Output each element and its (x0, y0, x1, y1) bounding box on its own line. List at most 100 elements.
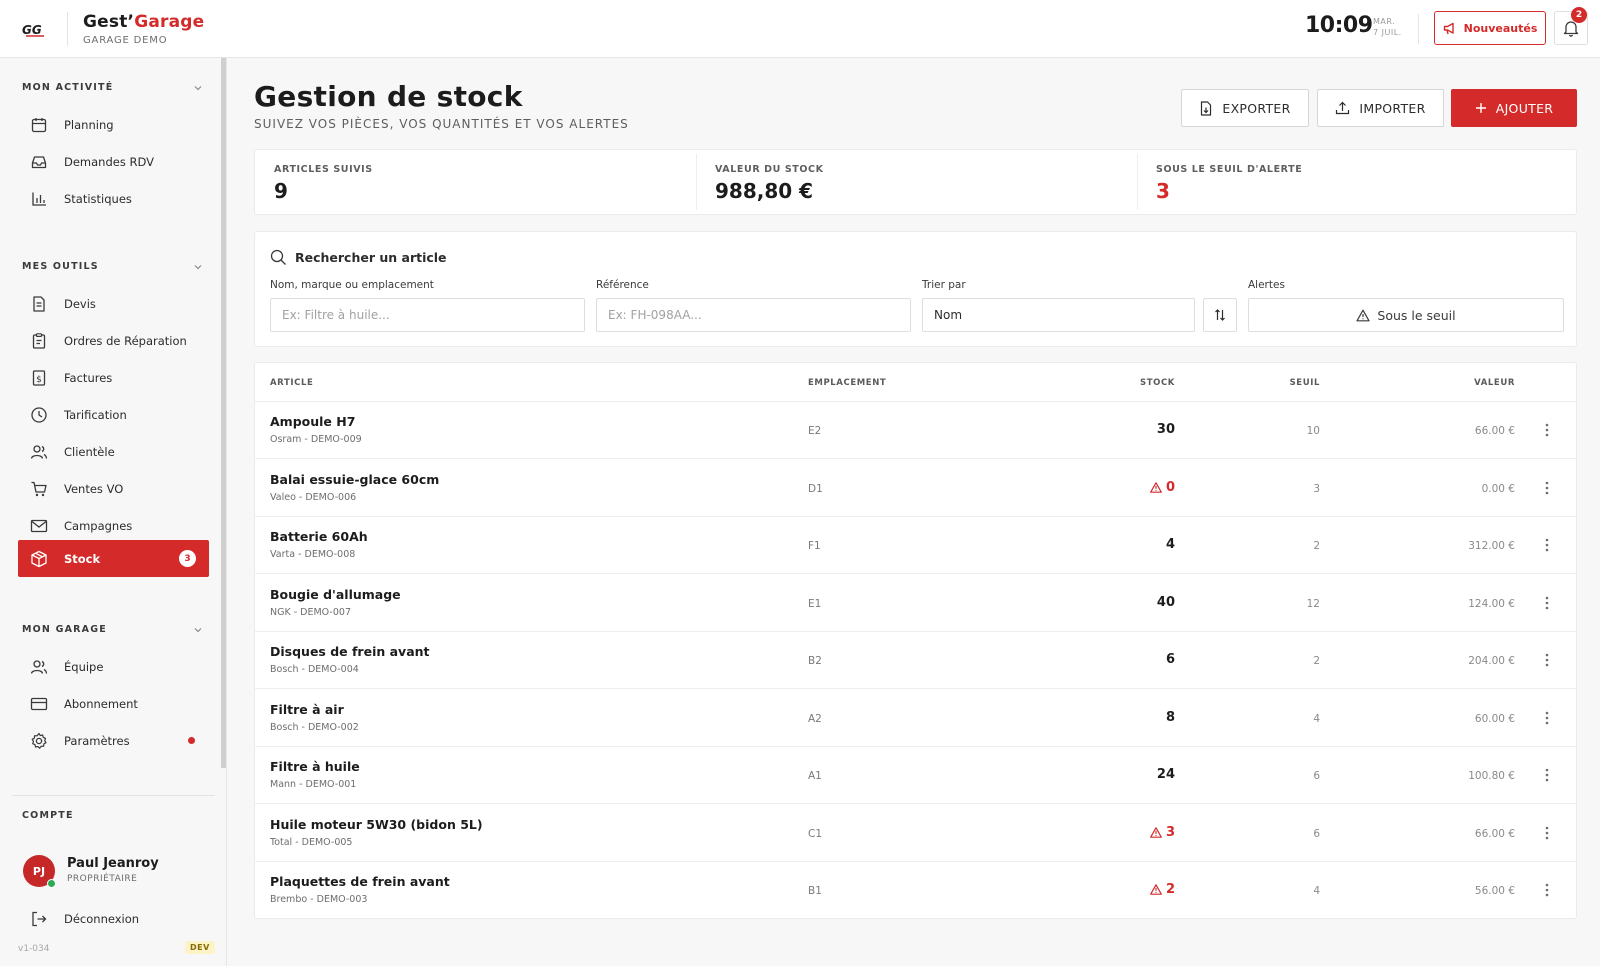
brand: Gest’Garage GARAGE DEMO (83, 12, 204, 46)
mail-icon (30, 517, 48, 535)
article-value: 204.00 € (1468, 655, 1515, 667)
user-role: PROPRIÉTAIRE (67, 874, 138, 884)
stock-alert-badge: 3 (179, 550, 196, 567)
name-filter-input[interactable]: Ex: Filtre à huile... (270, 298, 585, 332)
table-row[interactable]: Bougie d'allumage NGK - DEMO-007 E1 40 12 124… (255, 575, 1576, 632)
chevron-down-icon[interactable] (193, 625, 203, 635)
article-brand-ref: Osram - DEMO-009 (270, 434, 362, 445)
chevron-down-icon[interactable] (193, 262, 203, 272)
article-value: 60.00 € (1474, 712, 1515, 725)
column-header-seuil[interactable]: SEUIL (1290, 378, 1320, 388)
sidebar-item-factures[interactable]: $ Factures (18, 359, 209, 396)
alert-filter-label: Alertes (1248, 279, 1285, 291)
article-stock: 30 (1156, 422, 1175, 437)
svg-text:$: $ (36, 375, 42, 385)
article-name: Balai essuie-glace 60cm (270, 471, 440, 487)
row-actions-button[interactable] (1537, 591, 1557, 615)
sort-select[interactable]: Nom (922, 298, 1195, 332)
sidebar-item-stock[interactable]: Stock 3 (18, 540, 209, 577)
table-row[interactable]: Plaquettes de frein avant Brembo - DEMO-0… (255, 862, 1576, 919)
stock-table: ARTICLE EMPLACEMENT STOCK SEUIL VALEUR A… (254, 362, 1577, 919)
settings-alert-dot (188, 737, 195, 744)
row-actions-button[interactable] (1537, 418, 1557, 442)
table-row[interactable]: Balai essuie-glace 60cm Valeo - DEMO-006 D… (255, 460, 1576, 517)
table-row[interactable]: Ampoule H7 Osram - DEMO-009 E2 30 10 66.00 € (255, 402, 1576, 459)
sidebar-divider (12, 795, 215, 796)
sidebar-item-equipe[interactable]: Équipe (18, 648, 209, 685)
logout-button[interactable]: Déconnexion (18, 900, 209, 937)
article-name: Plaquettes de frein avant (270, 874, 450, 889)
ref-filter-input[interactable]: Ex: FH-098AA... (596, 298, 911, 332)
chevron-down-icon[interactable] (193, 83, 203, 93)
table-row[interactable]: Disques de frein avant Bosch - DEMO-004 B2… (255, 632, 1576, 689)
sidebar-item-statistiques[interactable]: Statistiques (18, 180, 209, 217)
article-value: 66.00 € (1474, 827, 1515, 840)
table-row[interactable]: Filtre à air Bosch - DEMO-002 A2 8 4 60.00 € (255, 690, 1576, 747)
column-header-article[interactable]: ARTICLE (270, 378, 313, 388)
warning-icon (1150, 884, 1162, 895)
sidebar-item-ventes-vo[interactable]: Ventes VO (18, 470, 209, 507)
sidebar-item-campagnes[interactable]: Campagnes (18, 507, 209, 544)
search-panel-title: Rechercher un article (295, 250, 447, 265)
article-stock: 3 (1150, 825, 1175, 840)
garage-name: GARAGE DEMO (83, 35, 168, 46)
article-location: B2 (808, 655, 822, 667)
cart-icon (30, 480, 48, 498)
sidebar-scrollbar[interactable] (221, 58, 226, 768)
sidebar-item-cutoff (30, 841, 140, 847)
logout-icon (30, 910, 48, 928)
column-header-emplacement[interactable]: EMPLACEMENT (808, 378, 886, 388)
sort-direction-button[interactable] (1203, 298, 1237, 332)
article-location: A1 (808, 770, 822, 782)
sidebar-item-devis[interactable]: Devis (18, 285, 209, 322)
more-vertical-icon (1545, 596, 1549, 609)
row-actions-button[interactable] (1537, 821, 1557, 845)
user-name: Paul Jeanroy (67, 856, 159, 871)
sidebar-item-parametres[interactable]: Paramètres (18, 722, 209, 759)
sidebar-item-tarification[interactable]: Tarification (18, 396, 209, 433)
import-button[interactable]: IMPORTER (1317, 89, 1444, 127)
article-location: E1 (808, 597, 822, 610)
article-threshold: 2 (1313, 540, 1320, 552)
sidebar-item-ordres-de-reparation[interactable]: Ordres de Réparation (18, 322, 209, 359)
app-version: v1-034 (18, 944, 50, 954)
sidebar-item-planning[interactable]: Planning (18, 106, 209, 143)
add-button[interactable]: AJOUTER (1451, 89, 1577, 127)
gear-icon (30, 732, 48, 750)
team-icon (30, 658, 48, 676)
export-button[interactable]: EXPORTER (1181, 89, 1309, 127)
inbox-icon (30, 153, 48, 171)
news-button[interactable]: Nouveautés (1434, 11, 1546, 45)
article-value: 124.00 € (1468, 597, 1515, 610)
kpi-card: ARTICLES SUIVIS 9 VALEUR DU STOCK 988,80… (254, 149, 1577, 215)
clipboard-icon (30, 332, 48, 350)
more-vertical-icon (1545, 711, 1549, 724)
article-stock: 6 (1165, 652, 1175, 667)
below-threshold-toggle[interactable]: Sous le seuil (1248, 298, 1564, 332)
svg-text:GG: GG (22, 23, 42, 37)
sidebar-item-clientele[interactable]: Clientèle (18, 433, 209, 470)
row-actions-button[interactable] (1537, 878, 1557, 902)
article-name: Filtre à huile (270, 759, 360, 774)
table-row[interactable]: Batterie 60Ah Varta - DEMO-008 F1 4 2 312.00 … (255, 517, 1576, 574)
kpi-sous-seuil: SOUS LE SEUIL D'ALERTE 3 (1156, 164, 1303, 203)
row-actions-button[interactable] (1537, 648, 1557, 672)
credit-card-icon (30, 695, 48, 713)
article-threshold: 12 (1306, 597, 1320, 610)
file-export-icon (1201, 100, 1212, 116)
sidebar-item-abonnement[interactable]: Abonnement (18, 685, 209, 722)
row-actions-button[interactable] (1537, 476, 1557, 500)
app-logo[interactable]: GG (20, 18, 50, 40)
sidebar-item-demandes-rdv[interactable]: Demandes RDV (18, 143, 209, 180)
table-row[interactable]: Huile moteur 5W30 (bidon 5L) Total - DEMO… (255, 805, 1576, 862)
top-header: GG Gest’Garage GARAGE DEMO 10:09 MAR. 7 … (0, 0, 1600, 58)
article-name: Huile moteur 5W30 (bidon 5L) (270, 816, 483, 832)
sort-label: Trier par (922, 279, 966, 291)
column-header-stock[interactable]: STOCK (1140, 378, 1175, 388)
table-row[interactable]: Filtre à huile Mann - DEMO-001 A1 24 6 100.80… (255, 747, 1576, 804)
row-actions-button[interactable] (1537, 763, 1557, 787)
column-header-valeur[interactable]: VALEUR (1474, 378, 1515, 388)
row-actions-button[interactable] (1537, 533, 1557, 557)
article-brand-ref: Bosch - DEMO-004 (270, 664, 359, 675)
row-actions-button[interactable] (1537, 706, 1557, 730)
